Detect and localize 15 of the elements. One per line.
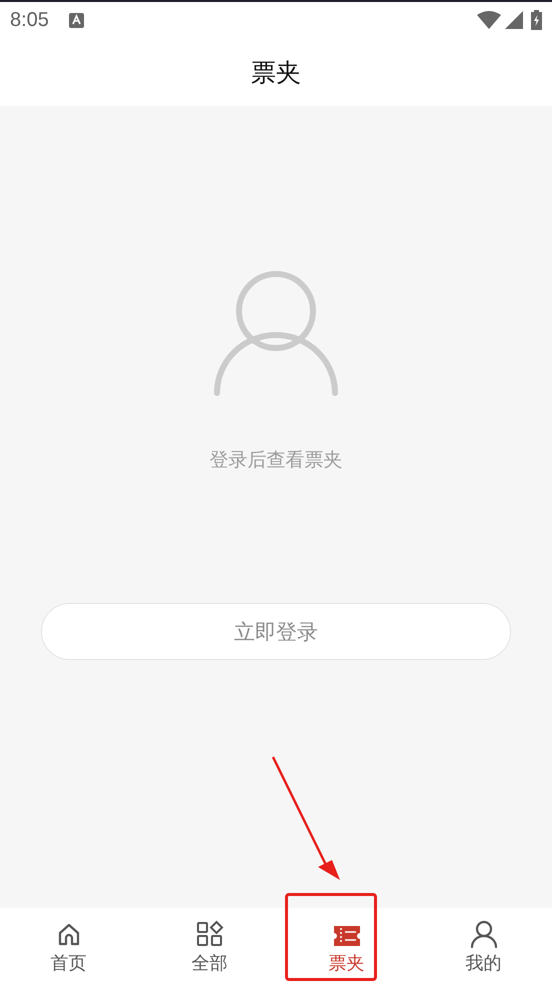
wifi-icon (477, 11, 501, 29)
grid-icon (196, 920, 224, 948)
person-icon (470, 920, 498, 948)
page-title: 票夹 (251, 56, 301, 88)
tab-bar-item[interactable]: 我的 (415, 908, 552, 985)
tab-bar-item[interactable]: 首页 (0, 908, 137, 985)
keyboard-notification-icon (68, 12, 84, 28)
battery-icon (531, 10, 542, 30)
tab-bar-item[interactable]: 全部 (137, 908, 278, 985)
login-prompt: 登录后查看票夹 (210, 448, 342, 473)
status-time: 8:05 (10, 8, 49, 32)
signal-icon (505, 11, 523, 29)
tab-bar-item[interactable]: 票夹 (278, 908, 415, 985)
ticket-icon (332, 924, 360, 948)
avatar-placeholder-icon (214, 271, 338, 397)
